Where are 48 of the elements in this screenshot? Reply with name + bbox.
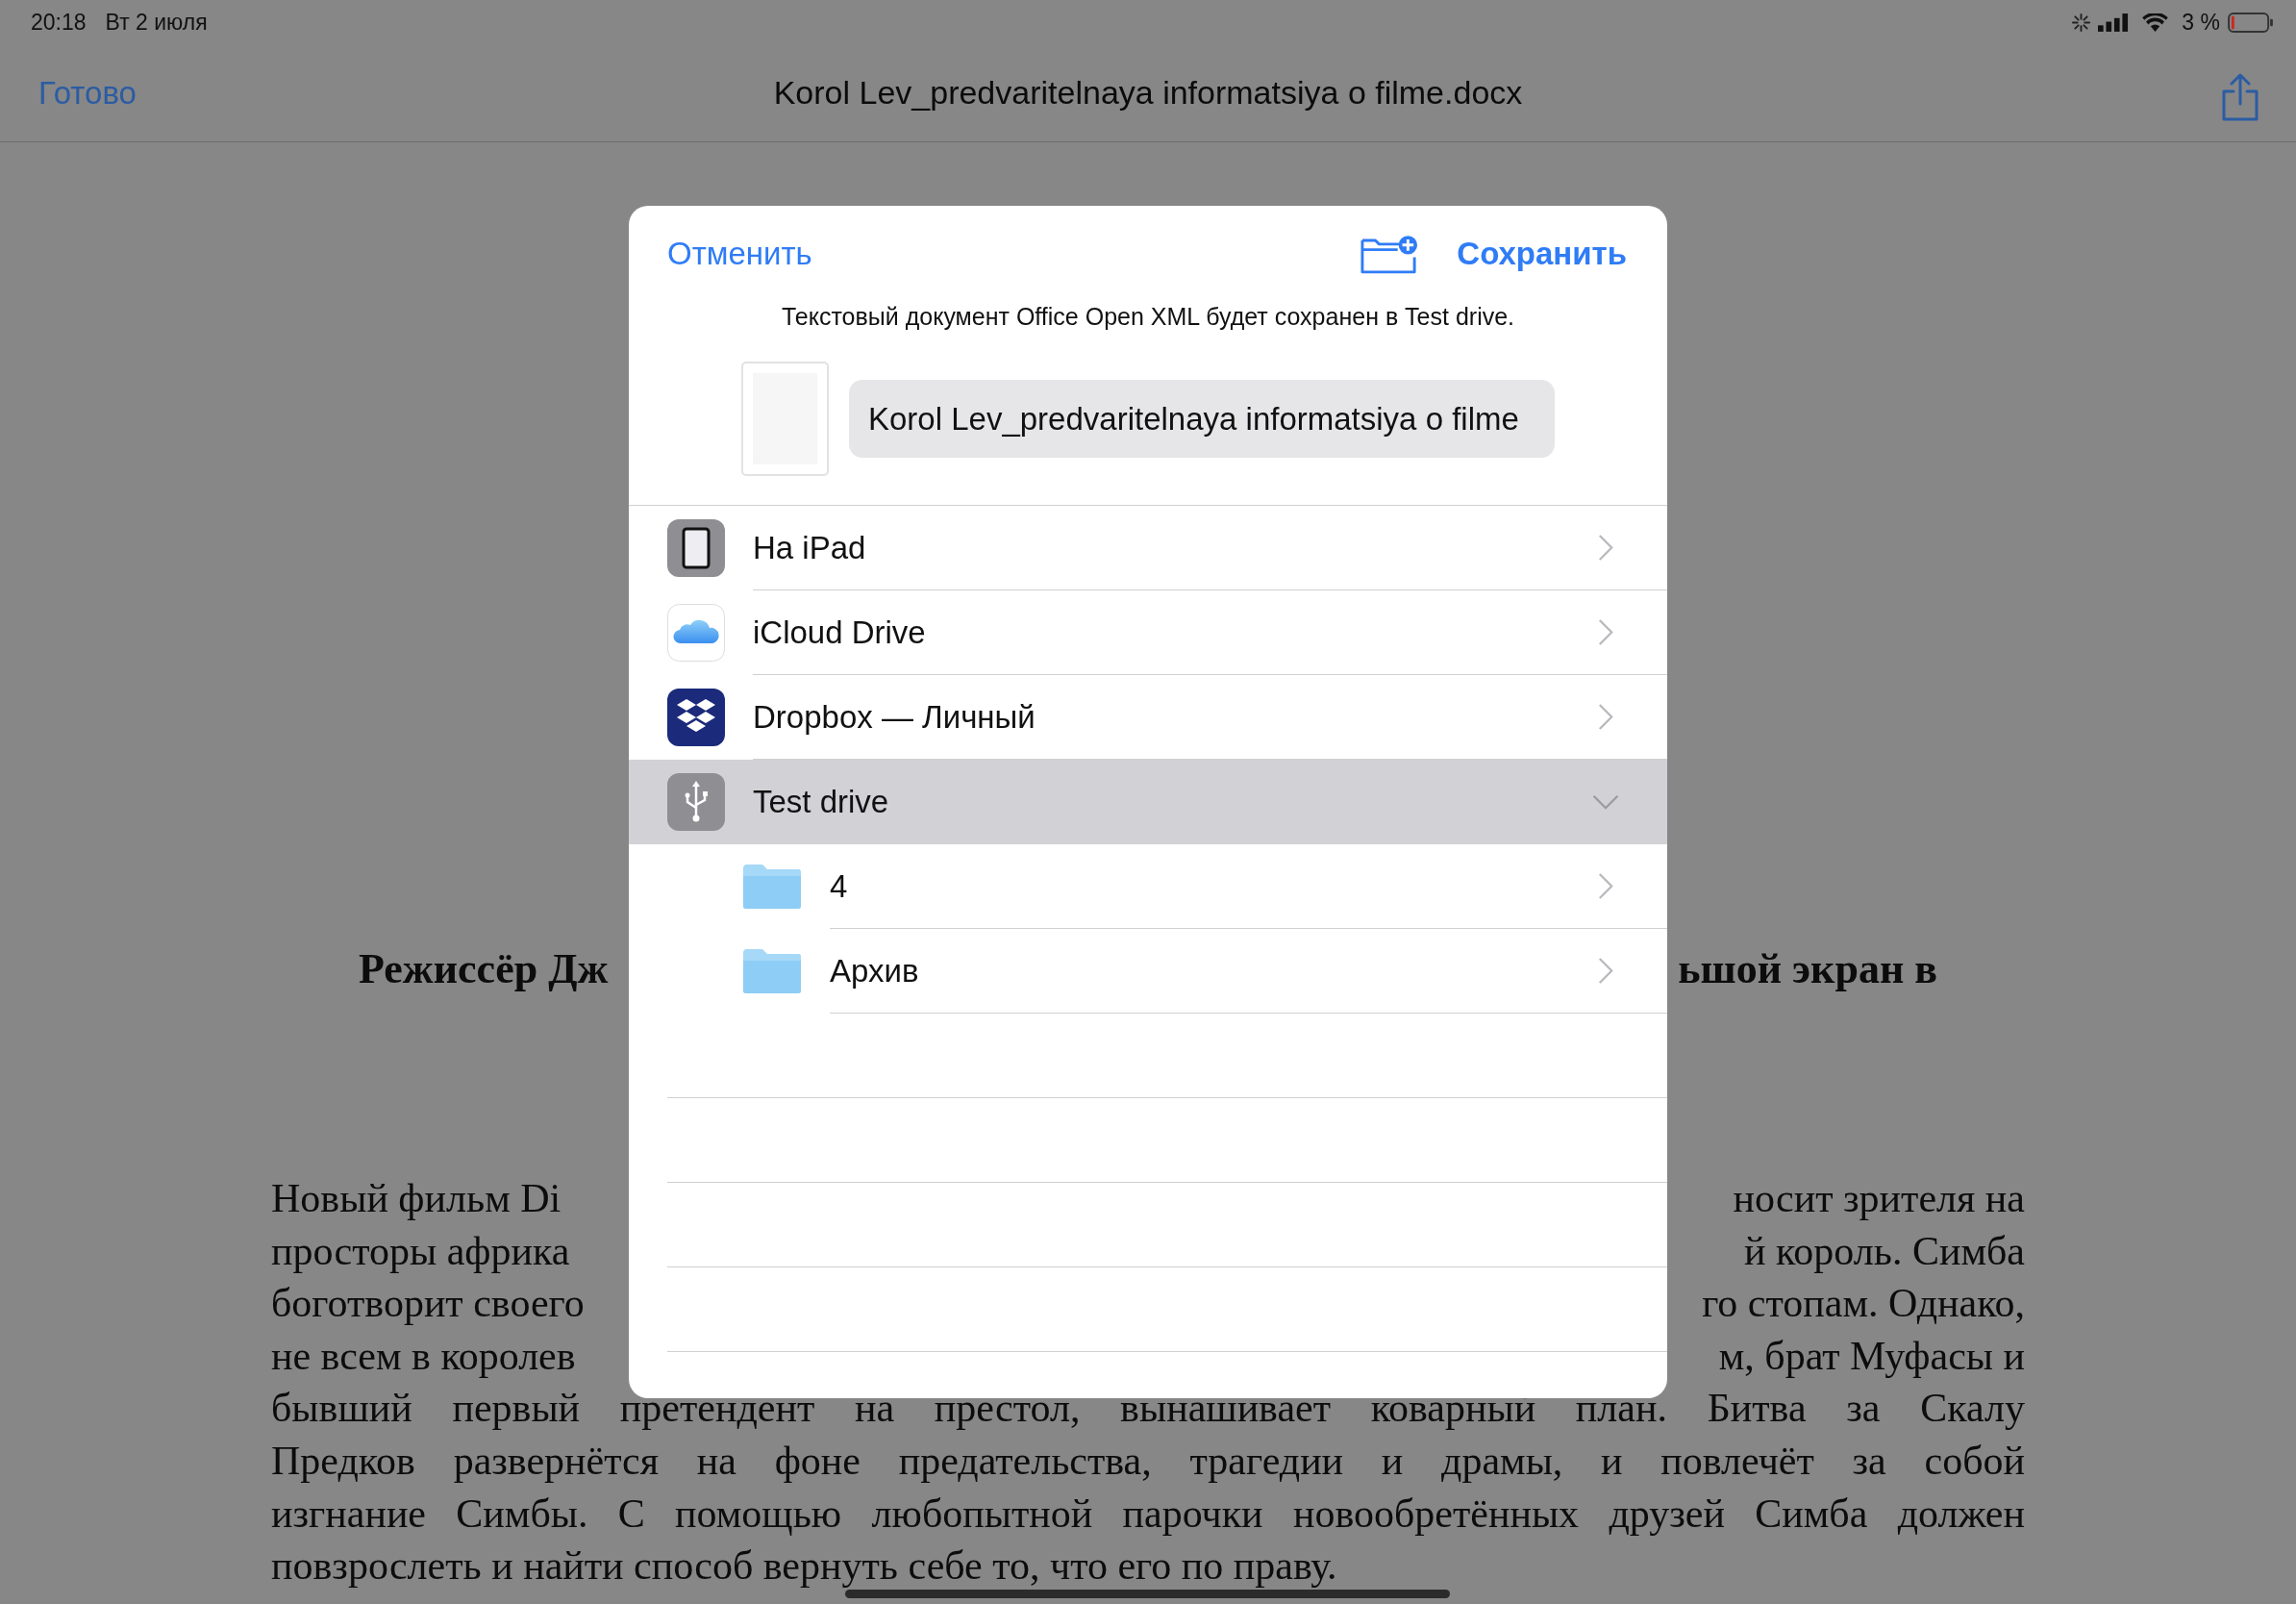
location-name: Dropbox — Личный — [753, 698, 1036, 736]
wifi-icon — [2142, 13, 2169, 32]
tablet-icon — [667, 519, 725, 577]
document-title: Korol Lev_predvaritelnaya informatsiya o filme.docx — [773, 74, 1523, 112]
heading-text: ьшой экран в — [1678, 944, 1937, 994]
folder-row[interactable]: 4 — [629, 844, 1667, 929]
battery-icon — [2228, 12, 2274, 33]
location-name: На iPad — [753, 529, 866, 566]
paragraph-line: бывший первый претендент на престол, вынашивает коварный план. Битва за Скалу — [271, 1385, 2025, 1433]
paragraph-text: боготворит своего — [271, 1280, 585, 1328]
folder-name: Архив — [830, 952, 919, 990]
paragraph-text: просторы африка — [271, 1227, 570, 1275]
activity-icon — [2072, 13, 2091, 32]
paragraph-text: не всем в королев — [271, 1332, 576, 1380]
paragraph-line: Предков развернётся на фоне предательства, трагедии и драмы, и повлечёт за собой — [271, 1437, 2025, 1485]
usb-icon — [667, 773, 725, 831]
paragraph-line: повзрослеть и найти способ вернуть себе то, что его по праву. — [271, 1542, 1338, 1591]
chevron-right-icon — [1598, 872, 1613, 900]
new-folder-icon[interactable] — [1360, 234, 1419, 274]
save-button[interactable]: Сохранить — [1457, 236, 1627, 272]
save-message: Текстовый документ Office Open XML будет сохранен в Test drive. — [780, 302, 1516, 331]
paragraph-text: Новый фильм Di — [271, 1175, 562, 1222]
folder-name: 4 — [830, 867, 848, 905]
heading-text: Режиссёр Дж — [359, 944, 609, 994]
share-icon[interactable] — [2221, 72, 2259, 121]
location-row[interactable]: iCloud Drive — [629, 590, 1667, 675]
location-row[interactable]: Test drive — [629, 760, 1667, 844]
cloud-icon — [667, 604, 725, 662]
chevron-right-icon — [1598, 957, 1613, 985]
paragraph-text: го стопам. Однако, — [1702, 1280, 2025, 1328]
paragraph-line: изгнание Симбы. С помощью любопытной парочки новообретённых друзей Симба должен — [271, 1490, 2025, 1538]
location-name: Test drive — [753, 783, 889, 820]
signal-icon — [2098, 13, 2130, 32]
dropbox-icon — [667, 689, 725, 746]
status-date: Вт 2 июля — [105, 9, 208, 36]
location-row[interactable]: На iPad — [629, 506, 1667, 590]
status-time: 20:18 — [31, 9, 87, 36]
file-name-field[interactable]: Korol Lev_predvaritelnaya informatsiya o filme — [849, 380, 1555, 458]
paragraph-text: й король. Симба — [1744, 1227, 2025, 1275]
folder-row[interactable]: Архив — [629, 929, 1667, 1014]
location-name: iCloud Drive — [753, 614, 926, 651]
paragraph-text: носит зрителя на — [1733, 1175, 2025, 1222]
folder-icon — [743, 865, 801, 909]
paragraph-text: м, брат Муфасы и — [1718, 1332, 2025, 1380]
battery-percent: 3 % — [2182, 9, 2220, 36]
home-indicator[interactable] — [845, 1590, 1450, 1598]
cancel-button[interactable]: Отменить — [667, 236, 812, 272]
folder-icon — [743, 949, 801, 993]
